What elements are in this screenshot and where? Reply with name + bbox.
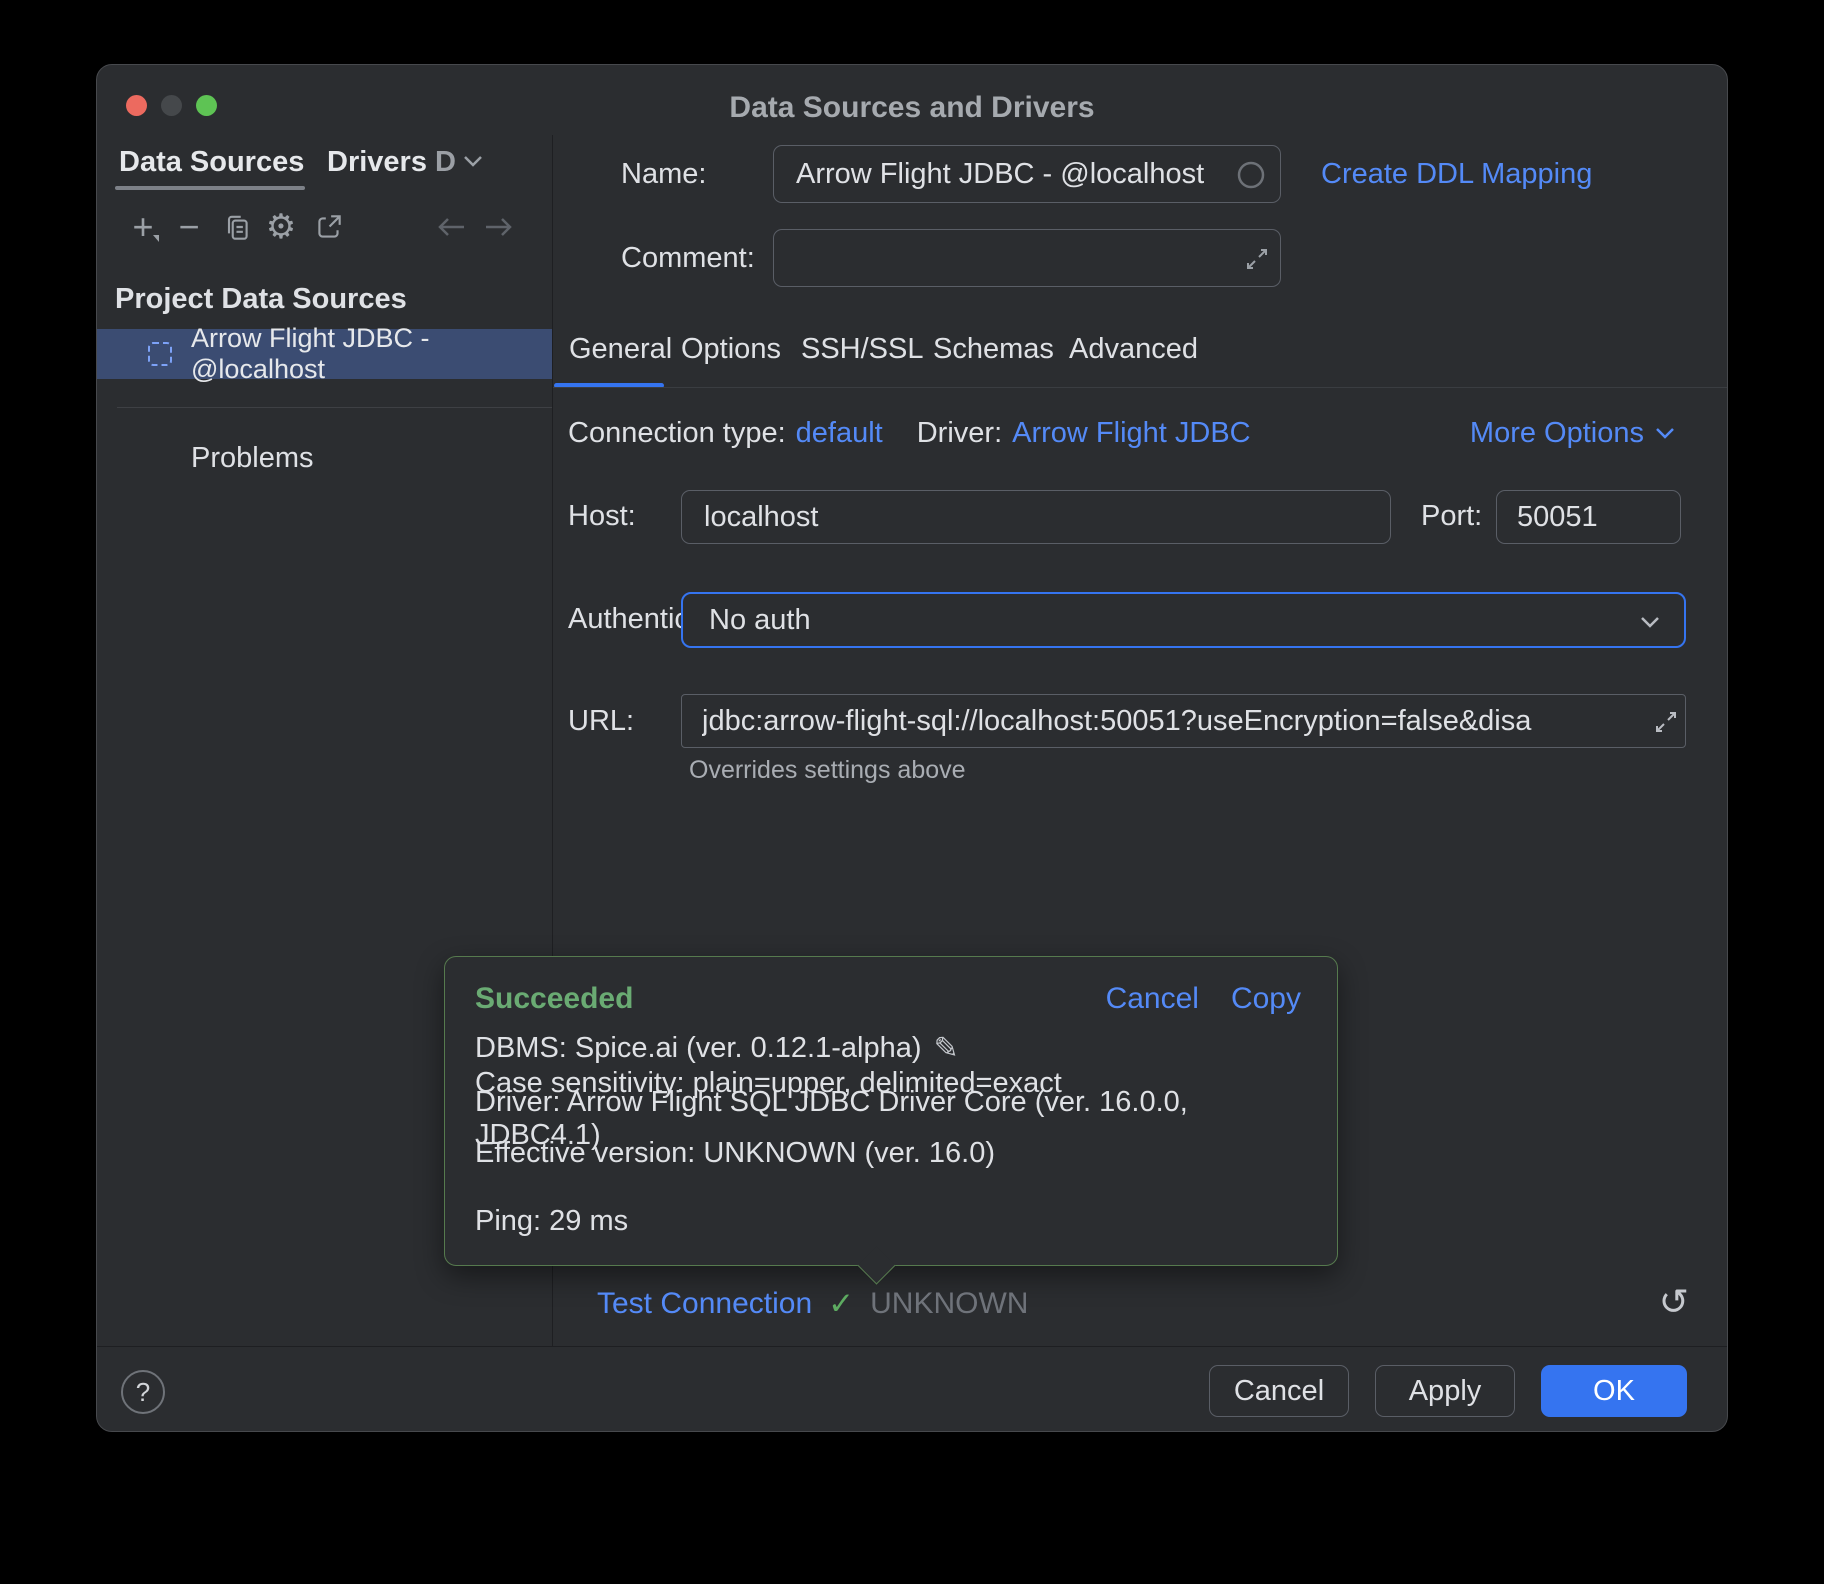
minus-icon: − xyxy=(178,206,199,248)
port-value: 50051 xyxy=(1517,501,1598,534)
popup-copy-link[interactable]: Copy xyxy=(1231,982,1301,1016)
plus-icon: + xyxy=(132,206,153,248)
export-button[interactable] xyxy=(307,205,351,249)
apply-button[interactable]: Apply xyxy=(1375,1365,1515,1417)
help-button[interactable]: ? xyxy=(121,1370,165,1414)
tab-ssh-ssl[interactable]: SSH/SSL xyxy=(801,327,924,371)
popup-notch xyxy=(857,1246,895,1284)
footer-divider xyxy=(97,1346,1728,1347)
remove-button[interactable]: − xyxy=(167,205,211,249)
driver-link[interactable]: Arrow Flight JDBC xyxy=(1012,417,1251,450)
popup-driver-line: Driver: Arrow Flight SQL JDBC Driver Cor… xyxy=(475,1101,1307,1136)
copy-icon xyxy=(221,211,253,243)
back-arrow-icon xyxy=(435,214,467,240)
duplicate-button[interactable] xyxy=(215,205,259,249)
popup-dbms-line: DBMS: Spice.ai (ver. 0.12.1-alpha) ✎ xyxy=(475,1031,1307,1066)
undo-icon: ↺ xyxy=(1659,1281,1689,1323)
comment-label: Comment: xyxy=(621,236,755,280)
tab-drivers[interactable]: Drivers xyxy=(327,141,427,183)
more-options-label: More Options xyxy=(1470,417,1644,450)
gear-icon: ⚙ xyxy=(266,207,296,247)
chevron-down-icon xyxy=(1638,615,1662,630)
test-connection-popup: Succeeded Cancel Copy DBMS: Spice.ai (ve… xyxy=(444,956,1338,1266)
tab-schemas[interactable]: Schemas xyxy=(933,327,1054,371)
tab-overflow[interactable]: D xyxy=(435,141,456,183)
popup-dbms-text: DBMS: Spice.ai (ver. 0.12.1-alpha) xyxy=(475,1032,921,1065)
cancel-button[interactable]: Cancel xyxy=(1209,1365,1349,1417)
connection-status: UNKNOWN xyxy=(870,1287,1028,1321)
back-button[interactable] xyxy=(429,205,473,249)
tab-options[interactable]: Options xyxy=(681,327,781,371)
settings-button[interactable]: ⚙ xyxy=(259,205,303,249)
url-input[interactable]: jdbc:arrow-flight-sql://localhost:50051?… xyxy=(681,694,1686,748)
url-label: URL: xyxy=(568,699,634,743)
tab-general[interactable]: General xyxy=(569,327,672,371)
tabs-divider xyxy=(553,387,1728,388)
ok-button[interactable]: OK xyxy=(1541,1365,1687,1417)
popup-blank-line xyxy=(475,1171,1307,1204)
authentication-value: No auth xyxy=(709,604,811,637)
data-source-icon xyxy=(148,342,172,366)
create-ddl-mapping-label: Create DDL Mapping xyxy=(1321,158,1592,191)
name-label: Name: xyxy=(621,152,706,196)
export-icon xyxy=(313,211,345,243)
name-input[interactable]: Arrow Flight JDBC - @localhost xyxy=(773,145,1281,203)
driver-label: Driver: xyxy=(917,417,1002,450)
sidebar-item-label: Arrow Flight JDBC - @localhost xyxy=(191,323,552,385)
url-hint: Overrides settings above xyxy=(689,756,966,785)
test-connection-link[interactable]: Test Connection xyxy=(597,1287,812,1321)
check-icon: ✓ xyxy=(828,1286,854,1322)
port-label: Port: xyxy=(1421,494,1482,538)
question-icon: ? xyxy=(136,1377,150,1408)
create-ddl-mapping-link[interactable]: Create DDL Mapping xyxy=(1321,152,1592,196)
forward-arrow-icon xyxy=(483,214,515,240)
sidebar-item-problems[interactable]: Problems xyxy=(191,436,314,480)
tab-data-sources[interactable]: Data Sources xyxy=(119,141,304,183)
active-tab-underline xyxy=(115,186,305,190)
window-title: Data Sources and Drivers xyxy=(97,91,1727,125)
data-sources-dialog: Data Sources and Drivers Data Sources Dr… xyxy=(96,64,1728,1432)
tab-advanced[interactable]: Advanced xyxy=(1069,327,1198,371)
host-label: Host: xyxy=(568,494,636,538)
connection-type-label: Connection type: xyxy=(568,417,786,450)
host-value: localhost xyxy=(704,501,818,534)
name-value: Arrow Flight JDBC - @localhost xyxy=(796,158,1204,191)
chevron-down-icon xyxy=(1654,426,1676,440)
authentication-select[interactable]: No auth xyxy=(681,592,1686,648)
forward-button[interactable] xyxy=(477,205,521,249)
host-input[interactable]: localhost xyxy=(681,490,1391,544)
popup-status: Succeeded xyxy=(475,977,633,1021)
expand-icon[interactable] xyxy=(1653,709,1679,735)
comment-input[interactable] xyxy=(773,229,1281,287)
sidebar-item-arrow-flight[interactable]: Arrow Flight JDBC - @localhost xyxy=(97,329,552,379)
more-options-button[interactable]: More Options xyxy=(1470,411,1676,455)
sidebar-divider-line xyxy=(117,407,552,408)
edit-pencil-icon[interactable]: ✎ xyxy=(933,1031,958,1066)
revert-button[interactable]: ↺ xyxy=(1659,1280,1689,1324)
popup-cancel-link[interactable]: Cancel xyxy=(1106,982,1199,1016)
expand-icon[interactable] xyxy=(1244,246,1270,272)
progress-ring-icon xyxy=(1236,160,1266,190)
plus-dropdown-arrow xyxy=(153,235,159,242)
popup-ping-line: Ping: 29 ms xyxy=(475,1204,1307,1239)
sidebar-section-title: Project Data Sources xyxy=(115,277,407,321)
chevron-down-icon[interactable] xyxy=(461,153,485,169)
url-value: jdbc:arrow-flight-sql://localhost:50051?… xyxy=(702,705,1637,738)
add-data-source-button[interactable]: + xyxy=(121,205,165,249)
port-input[interactable]: 50051 xyxy=(1496,490,1681,544)
connection-type-link[interactable]: default xyxy=(796,417,883,450)
